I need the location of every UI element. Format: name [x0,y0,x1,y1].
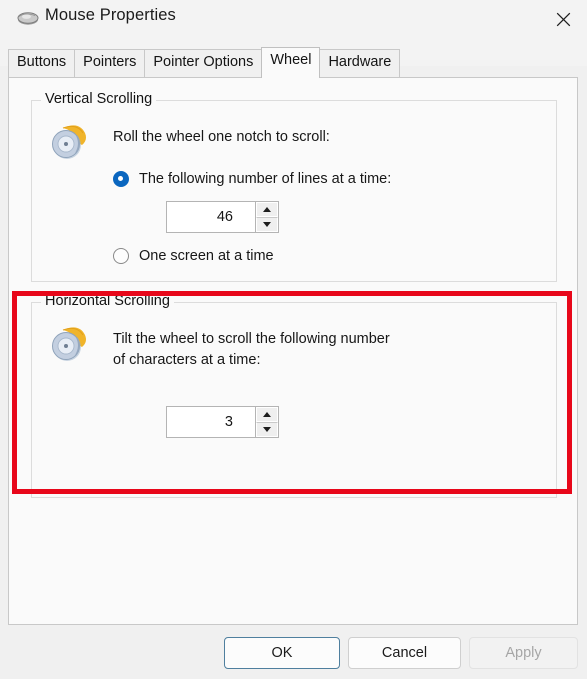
mouse-wheel-icon [46,321,92,367]
lines-per-notch-buttons [255,202,278,232]
arrow-down-icon[interactable] [256,217,278,232]
tab-list: Buttons Pointers Pointer Options Wheel H… [8,47,401,78]
tab-hardware[interactable]: Hardware [319,49,401,78]
arrow-down-icon[interactable] [256,422,278,437]
horizontal-scrolling-description: Tilt the wheel to scroll the following n… [113,331,390,368]
characters-per-tilt-stepper[interactable]: 3 [166,406,279,438]
wheel-tab-page: Vertical Scrolling Roll the wheel one no… [8,77,578,625]
radio-one-screen-indicator [113,248,129,264]
mouse-icon [17,9,39,27]
horizontal-scrolling-legend: Horizontal Scrolling [41,293,174,309]
title-bar: Mouse Properties [0,0,587,38]
tab-strip: Buttons Pointers Pointer Options Wheel H… [0,38,587,78]
tab-buttons[interactable]: Buttons [8,49,76,78]
radio-one-screen-at-a-time[interactable]: One screen at a time [113,248,274,264]
lines-per-notch-stepper[interactable]: 46 [166,201,279,233]
horizontal-scrolling-group: Horizontal Scrolling Tilt the wheel to s… [31,293,557,498]
apply-button: Apply [469,637,578,669]
cancel-button[interactable]: Cancel [348,637,461,669]
tab-pointers[interactable]: Pointers [74,49,146,78]
mouse-wheel-icon [46,119,92,165]
arrow-up-icon[interactable] [256,202,278,217]
vertical-scrolling-group: Vertical Scrolling Roll the wheel one no… [31,91,557,282]
radio-one-screen-label: One screen at a time [139,248,274,264]
radio-lines-at-a-time[interactable]: The following number of lines at a time: [113,171,391,187]
arrow-up-icon[interactable] [256,407,278,422]
characters-per-tilt-value[interactable]: 3 [167,407,255,437]
tab-pointer-options[interactable]: Pointer Options [144,49,263,78]
radio-lines-label: The following number of lines at a time: [139,171,392,187]
window-title: Mouse Properties [45,6,176,24]
close-icon[interactable] [539,0,587,38]
vertical-scrolling-legend: Vertical Scrolling [41,91,157,107]
vertical-scrolling-description: Roll the wheel one notch to scroll: [113,129,330,145]
radio-lines-indicator [113,171,129,187]
lines-per-notch-value[interactable]: 46 [167,202,255,232]
ok-button[interactable]: OK [224,637,340,669]
tab-wheel[interactable]: Wheel [261,47,321,78]
characters-per-tilt-buttons [255,407,278,437]
